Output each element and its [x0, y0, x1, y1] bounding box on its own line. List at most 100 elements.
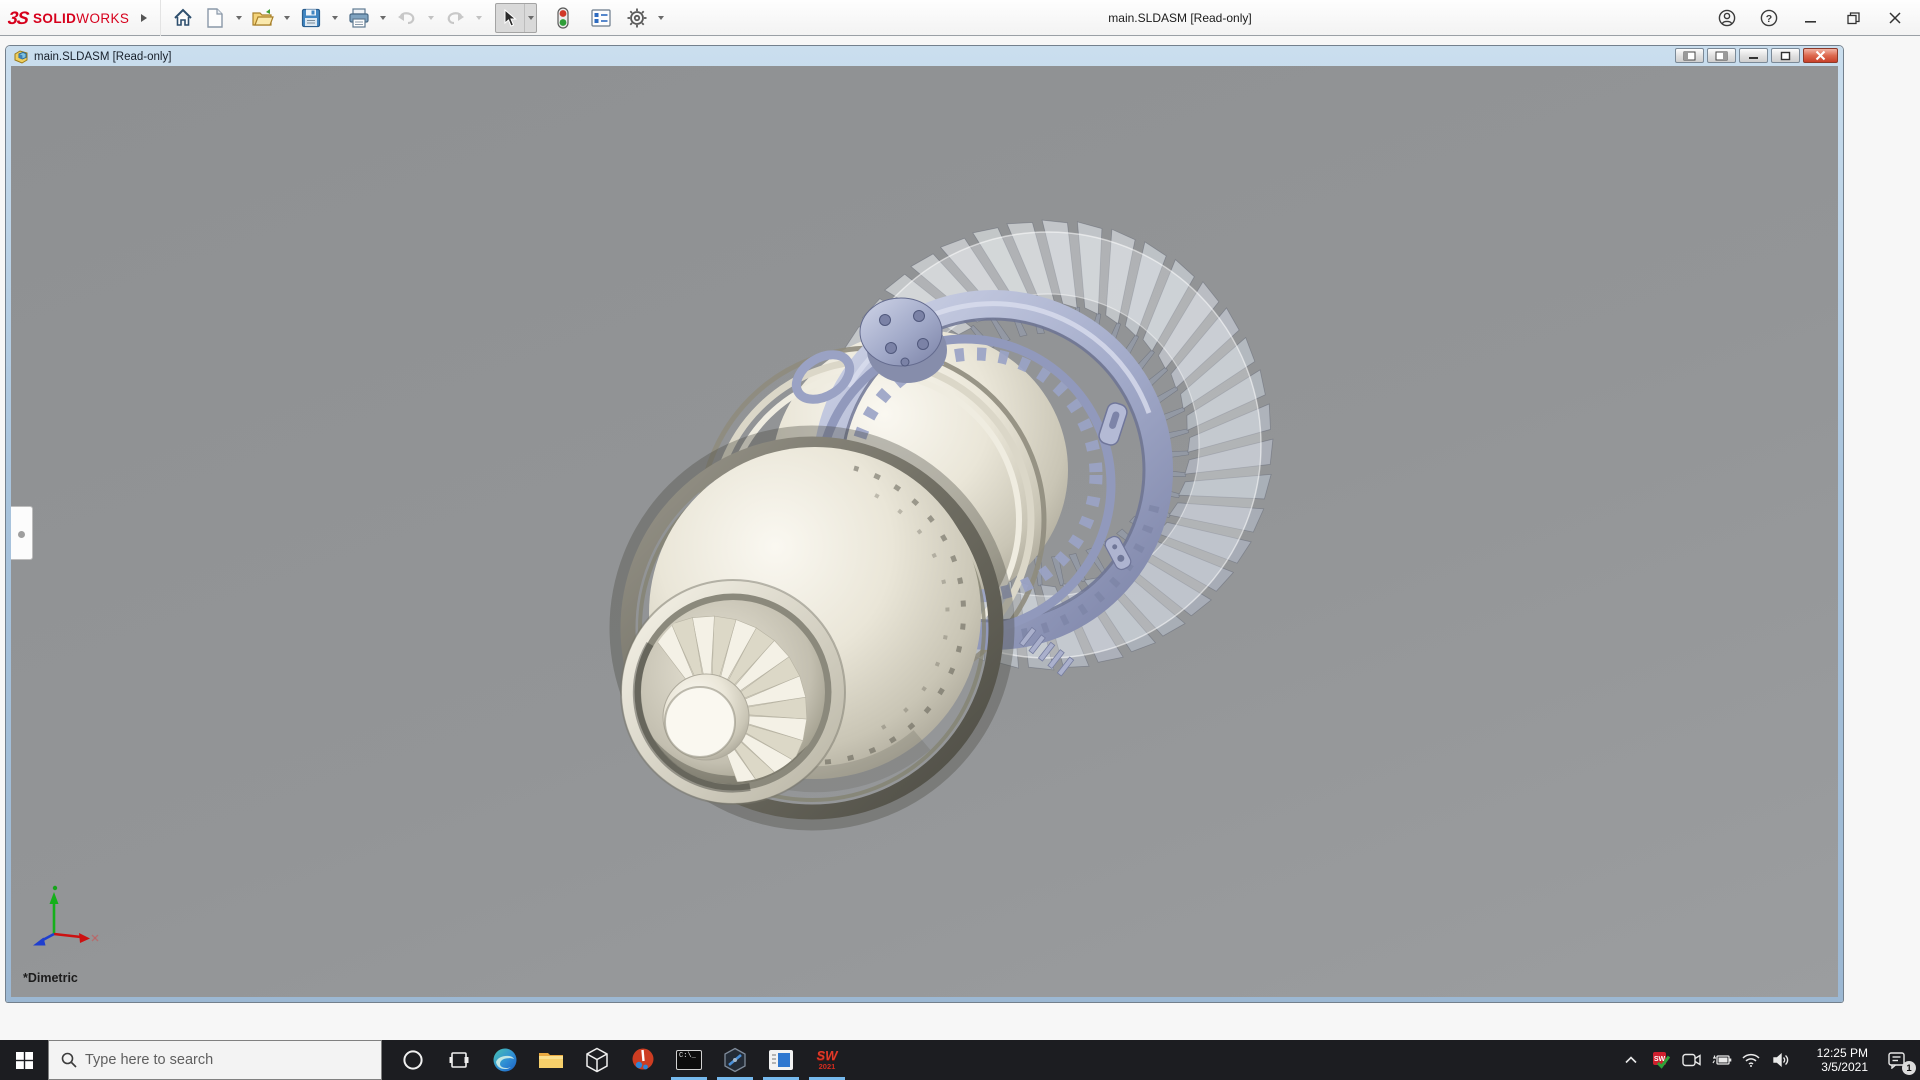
document-window-controls — [1675, 48, 1838, 63]
print-button[interactable] — [345, 4, 373, 32]
minimize-icon — [1805, 21, 1816, 23]
windows-taskbar: C:\_ SW 2021 SW — [0, 1040, 1920, 1080]
window-app-icon — [769, 1050, 793, 1070]
view-orientation-label: *Dimetric — [23, 971, 78, 985]
triad-y-tip-dot — [52, 885, 58, 891]
doc-restore-icon — [1780, 51, 1791, 60]
app-window-controls: ? — [1710, 0, 1912, 36]
new-document-icon — [207, 8, 223, 28]
close-button[interactable] — [1878, 3, 1912, 33]
save-icon — [301, 8, 321, 28]
hexagon-app-icon — [724, 1047, 746, 1073]
tray-volume[interactable] — [1768, 1040, 1794, 1080]
solidworks-wordmark: SOLIDWORKS — [33, 10, 130, 26]
wifi-icon — [1742, 1053, 1760, 1067]
redo-icon — [447, 12, 464, 25]
doc-minimize-button[interactable] — [1739, 48, 1768, 63]
tray-battery[interactable] — [1708, 1040, 1734, 1080]
display-list-icon — [591, 9, 611, 27]
save-dropdown[interactable] — [329, 4, 341, 32]
tray-solidworks-status[interactable]: SW — [1648, 1040, 1674, 1080]
user-account-icon — [1718, 9, 1736, 27]
svg-text:?: ? — [1766, 13, 1772, 25]
minimize-button[interactable] — [1794, 3, 1828, 33]
taskbar-app-hexagon-tool[interactable] — [712, 1040, 758, 1080]
doc-split-right-button[interactable] — [1707, 48, 1736, 63]
orientation-triad — [33, 885, 99, 946]
solidworks-check-icon: SW — [1653, 1052, 1670, 1069]
document-title: main.SLDASM [Read-only] — [34, 50, 172, 63]
file-explorer-icon — [539, 1053, 563, 1068]
system-tray: SW 12:25 PM 3/5/2021 1 — [1618, 1040, 1920, 1080]
select-tool-button[interactable] — [496, 4, 524, 32]
doc-restore-button[interactable] — [1771, 48, 1800, 63]
cortana-button[interactable] — [390, 1040, 436, 1080]
open-button[interactable] — [249, 4, 277, 32]
print-icon — [349, 8, 369, 28]
quick-access-toolbar — [160, 0, 667, 36]
dassault-logo-glyph: 3S — [6, 7, 30, 28]
taskbar-app-file-explorer[interactable] — [528, 1040, 574, 1080]
doc-close-button[interactable] — [1803, 48, 1838, 63]
open-dropdown[interactable] — [281, 4, 293, 32]
snip-tool-icon — [632, 1048, 654, 1070]
graphics-viewport[interactable]: *Dimetric — [11, 66, 1838, 997]
rebuild-button[interactable] — [549, 4, 577, 32]
search-input[interactable] — [85, 1052, 345, 1068]
feature-manager-collapsed-tab[interactable] — [11, 506, 33, 560]
home-icon — [174, 8, 192, 26]
split-pane-right-icon — [1715, 51, 1728, 60]
print-dropdown[interactable] — [377, 4, 389, 32]
save-button[interactable] — [297, 4, 325, 32]
split-pane-left-icon — [1683, 51, 1696, 60]
tray-meet-now[interactable] — [1678, 1040, 1704, 1080]
rebuild-traffic-light-icon — [557, 7, 569, 29]
taskbar-app-edge[interactable] — [482, 1040, 528, 1080]
search-icon — [61, 1052, 77, 1068]
gear-icon — [627, 8, 647, 28]
new-document-dropdown[interactable] — [233, 4, 245, 32]
home-button[interactable] — [169, 4, 197, 32]
new-document-button[interactable] — [201, 4, 229, 32]
doc-close-icon — [1815, 50, 1826, 61]
help-icon: ? — [1760, 9, 1778, 27]
task-view-button[interactable] — [436, 1040, 482, 1080]
help-button[interactable]: ? — [1752, 3, 1786, 33]
video-camera-icon — [1681, 1053, 1701, 1067]
document-window: main.SLDASM [Read-only] *Dimetric — [6, 46, 1843, 1002]
account-button[interactable] — [1710, 3, 1744, 33]
clock-time: 12:25 PM — [1816, 1046, 1868, 1060]
tray-network[interactable] — [1738, 1040, 1764, 1080]
panel-expand-handle — [18, 531, 25, 538]
start-button[interactable] — [0, 1040, 48, 1080]
cortana-icon — [403, 1050, 423, 1070]
document-titlebar[interactable]: main.SLDASM [Read-only] — [14, 48, 171, 65]
speaker-icon — [1772, 1053, 1788, 1067]
undo-dropdown — [425, 4, 437, 32]
taskbar-app-command-prompt[interactable]: C:\_ — [666, 1040, 712, 1080]
taskbar-app-snip[interactable] — [620, 1040, 666, 1080]
taskbar-app-solidworks[interactable]: SW 2021 — [804, 1040, 850, 1080]
menu-expand-arrow-icon[interactable] — [141, 14, 148, 22]
doc-minimize-icon — [1749, 57, 1758, 59]
undo-button[interactable] — [393, 4, 421, 32]
solidworks-2021-icon: SW 2021 — [816, 1048, 838, 1072]
display-options-button[interactable] — [587, 4, 615, 32]
taskbar-app-3d-viewer[interactable] — [574, 1040, 620, 1080]
assembly-document-icon — [14, 50, 28, 64]
clock-date: 3/5/2021 — [1821, 1060, 1868, 1074]
settings-dropdown[interactable] — [655, 4, 667, 32]
doc-split-left-button[interactable] — [1675, 48, 1704, 63]
taskbar-clock[interactable]: 12:25 PM 3/5/2021 — [1804, 1046, 1868, 1074]
spinner-and-inlet — [620, 579, 846, 805]
select-tool-group — [495, 3, 537, 33]
select-tool-dropdown[interactable] — [524, 4, 536, 32]
redo-button[interactable] — [441, 4, 469, 32]
action-center-button[interactable]: 1 — [1880, 1040, 1916, 1080]
restore-button[interactable] — [1836, 3, 1870, 33]
taskbar-search[interactable] — [48, 1040, 382, 1080]
tray-overflow-button[interactable] — [1618, 1040, 1644, 1080]
command-prompt-icon: C:\_ — [676, 1050, 702, 1070]
taskbar-app-window-tool[interactable] — [758, 1040, 804, 1080]
settings-button[interactable] — [623, 4, 651, 32]
